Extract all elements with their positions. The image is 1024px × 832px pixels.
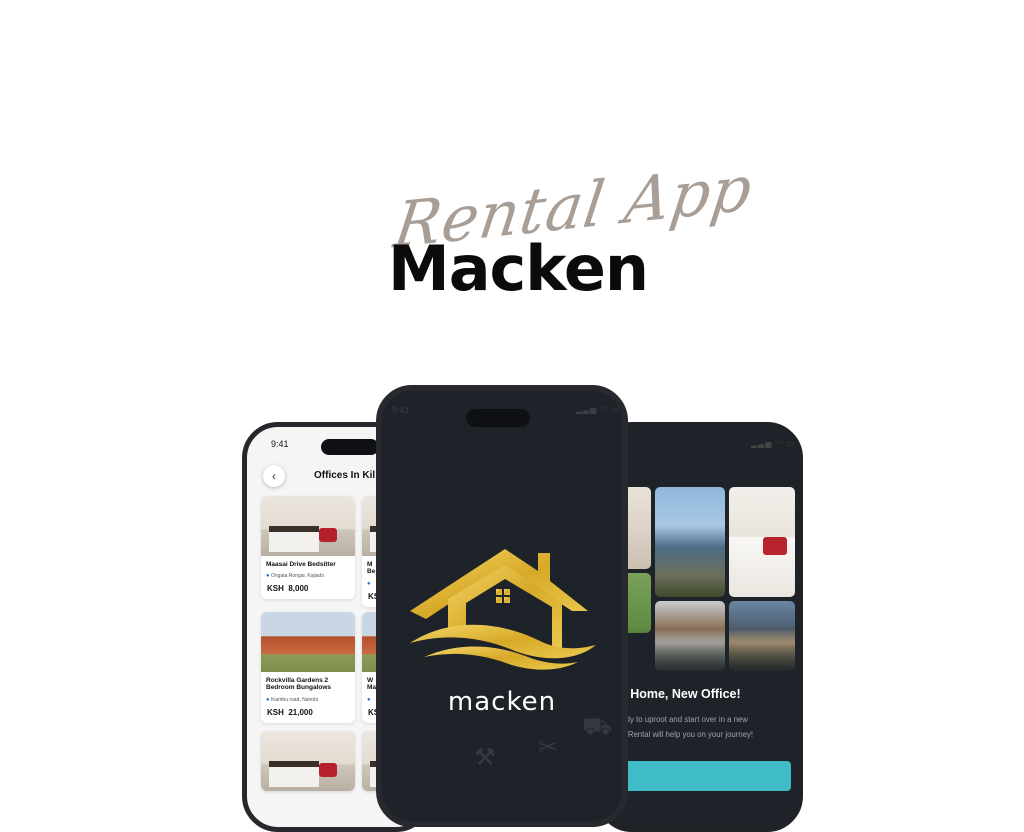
location-pin-icon: ● xyxy=(266,696,270,703)
signal-icon: ▂▃▅ ◠ ▭ xyxy=(576,405,621,414)
listing-price: KSH 8,000 xyxy=(267,584,309,594)
listing-image xyxy=(261,612,355,672)
cart-icon: ⛟ xyxy=(582,713,613,740)
page-title: Offices In Kil xyxy=(314,470,376,481)
dynamic-island xyxy=(466,409,530,427)
listing-location: ● Ongata Rongai, Kajiado xyxy=(266,573,325,580)
location-pin-icon: ● xyxy=(367,580,371,587)
grid-photo xyxy=(729,487,795,597)
back-button[interactable]: ‹ xyxy=(263,465,285,487)
listing-price: KSH 21,000 xyxy=(267,707,313,717)
location-pin-icon: ● xyxy=(266,573,270,580)
image-fade-overlay xyxy=(601,627,798,677)
app-title: Macken xyxy=(388,232,649,305)
status-time: 9:41 xyxy=(392,405,410,415)
listing-image xyxy=(261,731,355,791)
listing-title: Maasai Drive Bedsitter xyxy=(266,561,336,568)
listing-location: ● Kiambu road, Nairobi xyxy=(266,696,318,703)
get-started-button[interactable] xyxy=(621,761,791,791)
chevron-left-icon: ‹ xyxy=(272,469,276,483)
house-logo-icon xyxy=(410,549,596,670)
location-pin-icon: ● xyxy=(367,696,371,703)
dynamic-island xyxy=(321,439,379,455)
signal-icon: ▂▃▅ ◠ ▭ xyxy=(751,439,796,448)
status-time: 9:41 xyxy=(271,439,289,449)
utensils-icon: ✂ xyxy=(538,734,559,761)
onboarding-heading: w Home, New Office! xyxy=(617,687,741,701)
listing-card[interactable]: Maasai Drive Bedsitter ● Ongata Rongai, … xyxy=(261,496,355,600)
phone-splash-screen: 9:41 ▂▃▅ ◠ ▭ macken ⚒ ✂ ⛟ xyxy=(376,385,628,827)
listing-image xyxy=(261,496,355,556)
listing-title: Rockvilla Gardens 2 Bedroom Bungalows xyxy=(266,677,332,692)
listing-card[interactable]: Rockvilla Gardens 2 Bedroom Bungalows ● … xyxy=(261,612,355,723)
listing-card[interactable] xyxy=(261,731,355,791)
grid-photo xyxy=(655,487,725,597)
onboarding-description: eady to uproot and start over in a new en… xyxy=(617,715,754,739)
